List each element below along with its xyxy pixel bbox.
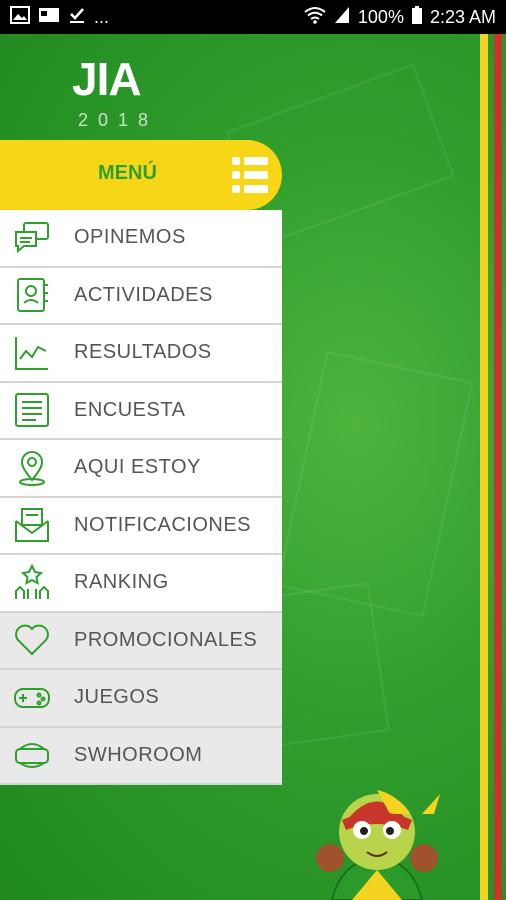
chart-icon [0, 325, 64, 381]
chat-icon [0, 210, 64, 266]
battery-percent: 100% [357, 6, 404, 27]
survey-icon [0, 383, 64, 439]
vr-headset-icon [0, 728, 64, 784]
menu-toggle-icon[interactable] [232, 157, 270, 193]
ranking-icon [0, 555, 64, 611]
status-left: ... [10, 5, 110, 29]
envelope-icon [0, 498, 64, 554]
yellow-stripe [480, 34, 488, 900]
menu-item-notificaciones[interactable]: NOTIFICACIONES [0, 497, 282, 555]
clock: 2:23 AM [429, 6, 496, 27]
menu-list: OPINEMOS ACTIVIDADES RESULTADOS ENCUESTA… [0, 210, 282, 785]
menu-item-promocionales[interactable]: PROMOCIONALES [0, 612, 282, 670]
logo-year: 2018 [78, 110, 159, 130]
menu-item-resultados[interactable]: RESULTADOS [0, 325, 282, 383]
menu-item-actividades[interactable]: ACTIVIDADES [0, 267, 282, 325]
download-done-icon [68, 6, 86, 29]
menu-header: MENÚ [0, 140, 282, 210]
status-right: 100% 2:23 AM [304, 5, 496, 29]
status-bar: ... 100% 2:23 AM [0, 0, 506, 34]
signal-icon [334, 6, 350, 29]
menu-item-label: AQUI ESTOY [74, 456, 201, 479]
heart-icon [0, 613, 64, 669]
app-background: JIA 2018 MENÚ OPINEMOS ACTIVIDADES RESUL… [0, 34, 506, 900]
logo-text: JIA [72, 53, 142, 105]
menu-item-label: NOTIFICACIONES [74, 513, 252, 536]
menu-item-aqui-estoy[interactable]: AQUI ESTOY [0, 440, 282, 498]
activities-icon [0, 268, 64, 324]
menu-item-encuesta[interactable]: ENCUESTA [0, 382, 282, 440]
image-icon [10, 5, 30, 29]
menu-item-swhoroom[interactable]: SWHOROOM [0, 727, 282, 785]
mascot-illustration [312, 774, 442, 900]
menu-item-label: SWHOROOM [74, 743, 203, 766]
menu-item-label: ACTIVIDADES [74, 283, 213, 306]
red-stripe [494, 34, 502, 900]
menu-item-opinemos[interactable]: OPINEMOS [0, 210, 282, 268]
menu-item-label: RESULTADOS [74, 341, 212, 364]
menu-item-label: ENCUESTA [74, 398, 186, 421]
card-icon [38, 6, 60, 29]
gamepad-icon [0, 670, 64, 726]
more-notifications: ... [94, 6, 110, 27]
menu-item-juegos[interactable]: JUEGOS [0, 670, 282, 728]
app-logo: JIA 2018 [72, 52, 182, 130]
location-pin-icon [0, 440, 64, 496]
menu-item-label: JUEGOS [74, 686, 160, 709]
menu-item-label: PROMOCIONALES [74, 628, 258, 651]
menu-item-ranking[interactable]: RANKING [0, 555, 282, 613]
battery-icon [411, 5, 422, 29]
menu-title: MENÚ [98, 162, 157, 184]
wifi-icon [304, 6, 326, 29]
menu-item-label: RANKING [74, 571, 169, 594]
menu-item-label: OPINEMOS [74, 226, 186, 249]
background-shape [276, 351, 474, 617]
